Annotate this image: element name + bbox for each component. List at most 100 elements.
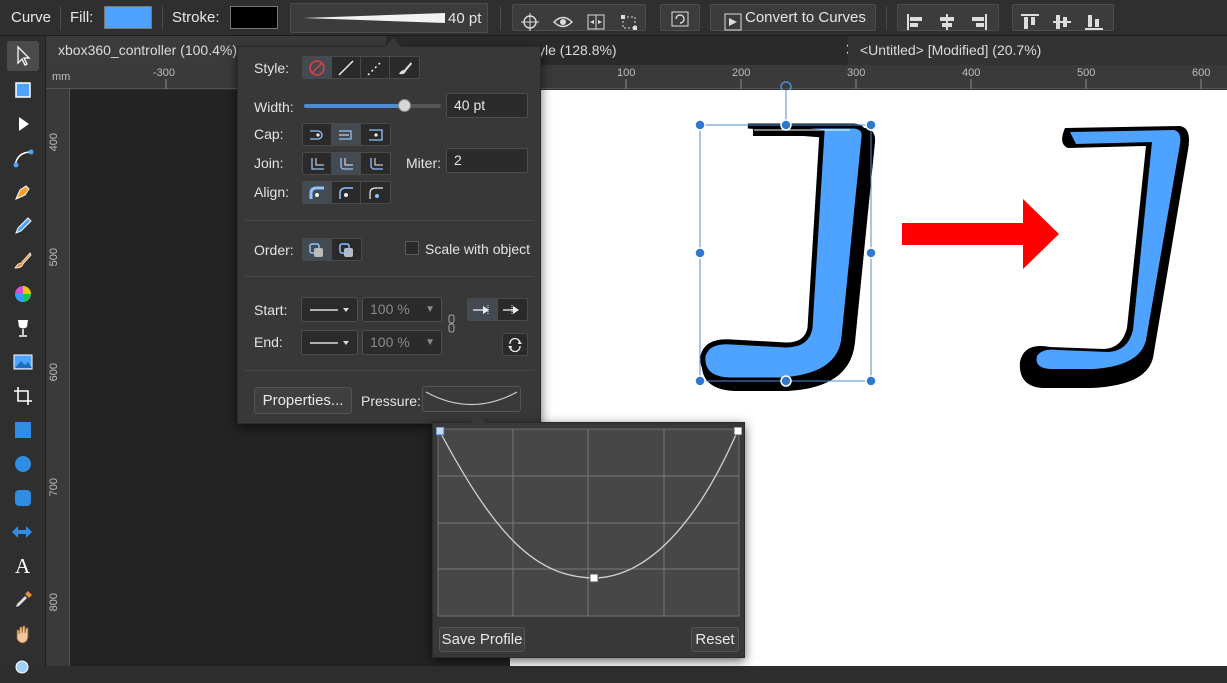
arrow-inside-button[interactable]: [468, 299, 498, 320]
view-tool[interactable]: [7, 619, 39, 649]
stroke-swatch[interactable]: [230, 6, 278, 29]
ruler-tick: 600: [1192, 67, 1211, 79]
pen-tool[interactable]: [7, 177, 39, 207]
arrow-shape-tool[interactable]: [7, 517, 39, 547]
order-buttons: [302, 238, 362, 261]
crosshair-icon[interactable]: [519, 12, 541, 32]
place-image-tool[interactable]: [7, 347, 39, 377]
node-arrow-icon: [19, 117, 29, 131]
round-join-button[interactable]: [332, 153, 361, 174]
scale-with-object-checkbox[interactable]: [405, 241, 419, 255]
save-profile-button[interactable]: Save Profile: [439, 627, 525, 652]
tab-untitled[interactable]: <Untitled> [Modified] (20.7%): [848, 36, 1227, 65]
fill-swatch[interactable]: [104, 6, 152, 29]
convert-to-curves-button[interactable]: Convert to Curves: [710, 4, 876, 31]
vertical-ruler[interactable]: 400 500 600 700 800: [46, 89, 70, 666]
artboard-tool[interactable]: [7, 75, 39, 105]
start-arrowhead-select[interactable]: [301, 297, 358, 322]
swap-arrowheads-button[interactable]: [502, 333, 528, 356]
miter-join-button[interactable]: [303, 153, 332, 174]
align-middle-icon[interactable]: [1051, 12, 1073, 32]
align-distribute-icon[interactable]: [585, 12, 607, 32]
square-cap-button[interactable]: [361, 124, 390, 145]
dash-line-button[interactable]: [361, 57, 390, 78]
zoom-tool[interactable]: [7, 653, 39, 683]
crop-tool[interactable]: [7, 381, 39, 411]
popup-pointer: [469, 414, 487, 424]
join-label: Join:: [254, 155, 284, 171]
curve-node-mid[interactable]: [589, 573, 599, 583]
align-left-icon[interactable]: [904, 12, 926, 32]
divider: [886, 6, 887, 30]
pen-nib-icon: [15, 185, 30, 200]
end-scale-input[interactable]: 100 % ▼: [362, 330, 442, 355]
move-tool[interactable]: [7, 41, 39, 71]
rectangle-icon: [15, 422, 31, 438]
no-stroke-button[interactable]: [303, 57, 332, 78]
red-arrow: [902, 199, 1059, 269]
cap-label: Cap:: [254, 126, 284, 142]
order-label: Order:: [254, 242, 294, 258]
bevel-join-button[interactable]: [361, 153, 390, 174]
snapping-group: [512, 4, 646, 31]
end-arrowhead-select[interactable]: [301, 330, 358, 355]
stroke-width-button[interactable]: 40 pt: [290, 3, 488, 33]
miter-label: Miter:: [406, 155, 441, 171]
pressure-curve-editor[interactable]: [436, 427, 742, 619]
ruler-tick: -300: [153, 67, 176, 79]
align-center-stroke-button[interactable]: [303, 182, 332, 203]
transform-rotate-button[interactable]: [660, 4, 700, 31]
pressure-curve-preview: [425, 391, 518, 406]
align-center-icon[interactable]: [936, 12, 958, 32]
align-top-icon[interactable]: [1019, 12, 1041, 32]
miter-input[interactable]: 2: [446, 148, 528, 173]
eye-icon[interactable]: [552, 12, 574, 32]
arrow-outside-button[interactable]: [498, 299, 527, 320]
horizontal-ruler[interactable]: mm -300 100 200 300 400 500 600: [46, 65, 1227, 91]
align-inside-stroke-button[interactable]: [332, 182, 361, 203]
ellipse-tool[interactable]: [7, 449, 39, 479]
vector-brush-tool[interactable]: [7, 245, 39, 275]
fill-tool[interactable]: [7, 279, 39, 309]
reset-button[interactable]: Reset: [691, 627, 739, 652]
curve-node-end[interactable]: [733, 427, 742, 436]
width-input[interactable]: 40 pt: [446, 93, 528, 118]
butt-cap-button[interactable]: [303, 124, 332, 145]
stroke-behind-fill-button[interactable]: [303, 239, 332, 260]
ruler-tick: 500: [48, 248, 60, 267]
pressure-preview-button[interactable]: [422, 386, 521, 412]
link-chain-icon[interactable]: [447, 314, 457, 334]
align-label: Align:: [254, 184, 290, 200]
align-outside-stroke-button[interactable]: [361, 182, 390, 203]
stroke-panel: Style: Width: 40 pt Cap: Join: Miter: 2 …: [237, 38, 541, 424]
no-stroke-icon: [309, 59, 325, 76]
align-right-icon[interactable]: [968, 12, 990, 32]
svg-text:A: A: [15, 554, 31, 578]
node-tool[interactable]: [7, 109, 39, 139]
transform-box-icon[interactable]: [618, 12, 640, 32]
align-bottom-icon[interactable]: [1083, 12, 1105, 32]
pencil-tool[interactable]: [7, 211, 39, 241]
rectangle-tool[interactable]: [7, 415, 39, 445]
start-scale-value: 100 %: [370, 301, 410, 317]
texture-line-button[interactable]: [390, 57, 419, 78]
convert-to-curves-label: Convert to Curves: [745, 9, 866, 26]
rounded-rectangle-tool[interactable]: [7, 483, 39, 513]
align-horizontal-group: [897, 4, 999, 31]
properties-button[interactable]: Properties...: [254, 387, 352, 414]
round-cap-button[interactable]: [332, 124, 361, 145]
start-scale-input[interactable]: 100 % ▼: [362, 297, 442, 322]
width-slider-knob[interactable]: [398, 99, 411, 112]
tab-style-document[interactable]: yle (128.8%) ✕: [526, 36, 858, 65]
result-j-curve[interactable]: [1019, 126, 1189, 388]
align-center-stroke-icon: [309, 186, 324, 199]
text-tool[interactable]: A: [7, 551, 39, 581]
solid-line-button[interactable]: [332, 57, 361, 78]
corner-tool[interactable]: [7, 143, 39, 173]
width-slider[interactable]: [304, 99, 441, 112]
curve-node-start[interactable]: [436, 427, 445, 436]
color-picker-tool[interactable]: [7, 585, 39, 615]
selected-j-curve[interactable]: [700, 123, 876, 391]
stroke-in-front-button[interactable]: [332, 239, 361, 260]
transparency-tool[interactable]: [7, 313, 39, 343]
